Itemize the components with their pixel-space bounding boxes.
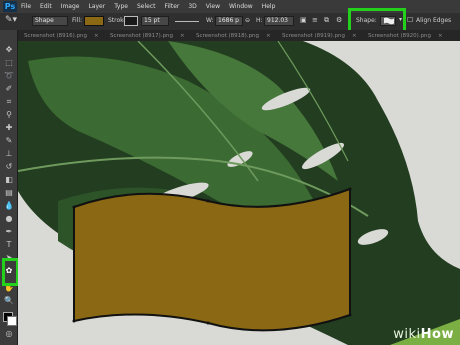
marquee-tool-icon[interactable]: ⬚ — [3, 57, 15, 68]
tool-preset-icon[interactable]: ✎▾ — [5, 15, 17, 25]
brush-tool-icon[interactable]: ✎ — [3, 135, 15, 146]
document-tab[interactable]: Screenshot (8916).png — [24, 31, 87, 41]
width-value: 1686 p — [218, 17, 239, 24]
link-icon[interactable]: ⊖ — [245, 17, 250, 24]
pen-tool-icon[interactable]: ✒ — [3, 226, 15, 237]
stroke-type-icon[interactable] — [175, 21, 199, 22]
settings-gear-icon[interactable]: ⚙ — [336, 16, 342, 24]
healing-brush-tool-icon[interactable]: ✚ — [3, 122, 15, 133]
menu-help[interactable]: Help — [262, 3, 276, 10]
document-tab[interactable]: Screenshot (8918).png — [196, 31, 259, 41]
align-edges-label: Align Edges — [416, 17, 452, 24]
menu-file[interactable]: File — [21, 3, 31, 10]
history-brush-tool-icon[interactable]: ↺ — [3, 161, 15, 172]
eraser-tool-icon[interactable]: ◧ — [3, 174, 15, 185]
custom-shape-tool-highlight — [2, 258, 19, 286]
document-tab[interactable]: Screenshot (8920).png — [368, 31, 431, 41]
quick-select-tool-icon[interactable]: ✐ — [3, 83, 15, 94]
type-tool-icon[interactable]: T — [3, 239, 15, 250]
gradient-tool-icon[interactable]: ▤ — [3, 187, 15, 198]
fill-label: Fill: — [72, 17, 83, 24]
menu-image[interactable]: Image — [61, 3, 80, 10]
tab-close-icon[interactable]: × — [352, 31, 357, 41]
height-input[interactable]: 912.03 — [264, 16, 294, 26]
eyedropper-tool-icon[interactable]: ⚲ — [3, 109, 15, 120]
blur-tool-icon[interactable]: 💧 — [3, 200, 15, 211]
mode-select-value: Shape — [35, 17, 54, 24]
document-tab[interactable]: Screenshot (8919).png — [282, 31, 345, 41]
quick-mask-icon[interactable]: ◎ — [3, 328, 15, 339]
menu-filter[interactable]: Filter — [165, 3, 180, 10]
path-arrangement-icon[interactable]: ⧉ — [324, 16, 329, 25]
wikihow-watermark: wikiHow — [393, 327, 454, 342]
tab-close-icon[interactable]: × — [94, 31, 99, 41]
background-color-swatch[interactable] — [7, 316, 17, 326]
canvas-artwork — [18, 41, 460, 345]
menu-type[interactable]: Type — [114, 3, 128, 10]
dodge-tool-icon[interactable]: ● — [3, 213, 15, 224]
align-edges-checkbox[interactable]: ☐ — [407, 16, 413, 24]
banner-shape — [73, 187, 351, 332]
stroke-width-value: 15 pt — [144, 17, 160, 24]
watermark-wiki: wiki — [393, 327, 421, 342]
path-operations-icon[interactable]: ▣ — [300, 16, 307, 24]
height-value: 912.03 — [267, 17, 288, 24]
w-label: W: — [206, 17, 214, 24]
lasso-tool-icon[interactable]: ➰ — [3, 70, 15, 81]
tab-close-icon[interactable]: × — [180, 31, 185, 41]
tab-close-icon[interactable]: × — [266, 31, 271, 41]
photoshop-logo: Ps — [3, 1, 17, 12]
crop-tool-icon[interactable]: ⌗ — [3, 96, 15, 107]
watermark-how: How — [420, 327, 454, 342]
zoom-tool-icon[interactable]: 🔍 — [3, 295, 15, 306]
menu-3d[interactable]: 3D — [188, 3, 196, 10]
h-label: H: — [256, 17, 263, 24]
tools-panel: ✥ ⬚ ➰ ✐ ⌗ ⚲ ✚ ✎ ⊥ ↺ ◧ ▤ 💧 ● ✒ T ➤ ✿ ✋ 🔍 … — [0, 30, 18, 345]
menu-view[interactable]: View — [206, 3, 220, 10]
menu-edit[interactable]: Edit — [40, 3, 52, 10]
document-tab[interactable]: Screenshot (8917).png — [110, 31, 173, 41]
clone-stamp-tool-icon[interactable]: ⊥ — [3, 148, 15, 159]
move-tool-icon[interactable]: ✥ — [3, 44, 15, 55]
menu-select[interactable]: Select — [137, 3, 156, 10]
menu-window[interactable]: Window — [229, 3, 253, 10]
fill-swatch[interactable] — [84, 16, 104, 26]
stroke-width-input[interactable]: 15 pt — [141, 16, 169, 26]
width-input[interactable]: 1686 p — [215, 16, 243, 26]
tab-close-icon[interactable]: × — [438, 31, 443, 41]
stroke-swatch[interactable] — [124, 16, 138, 26]
menu-layer[interactable]: Layer — [88, 3, 105, 10]
path-alignment-icon[interactable]: ≡ — [312, 16, 318, 24]
mode-select[interactable]: Shape — [32, 16, 68, 26]
document-canvas[interactable]: wikiHow — [18, 41, 460, 345]
